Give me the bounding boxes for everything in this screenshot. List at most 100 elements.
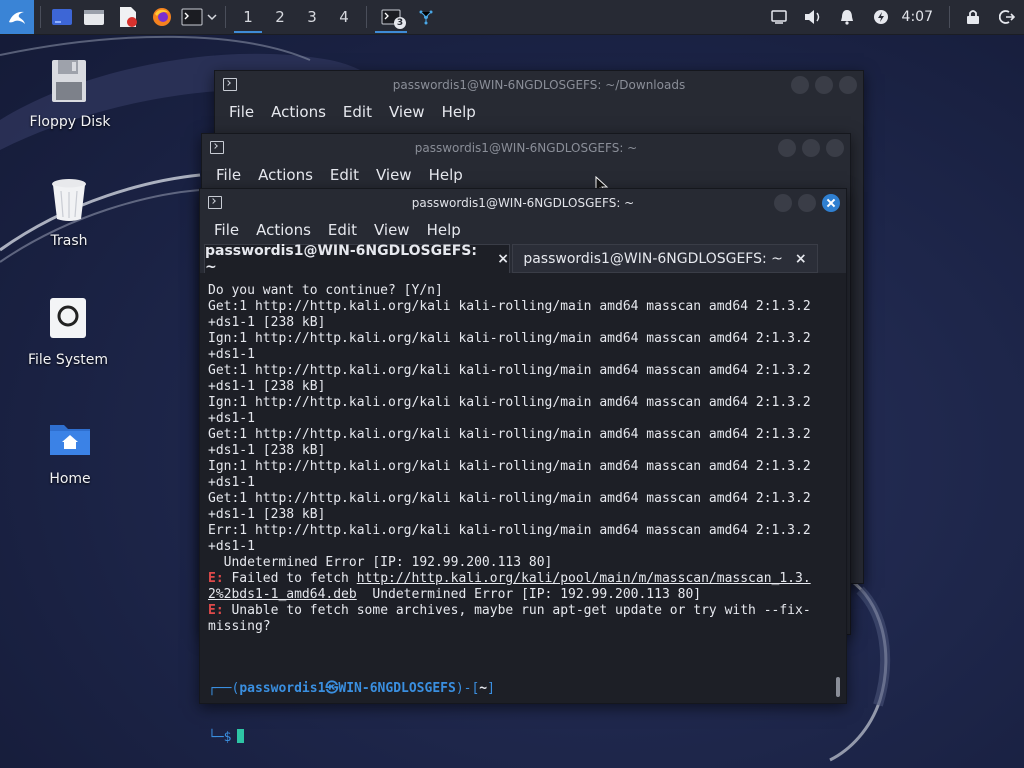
taskbar-separator <box>40 6 41 28</box>
maximize-button[interactable] <box>798 194 816 212</box>
logout-button[interactable] <box>990 0 1024 34</box>
text-editor-button[interactable] <box>111 0 145 34</box>
clock[interactable]: 4:07 <box>898 9 943 25</box>
terminal-output[interactable]: Do you want to continue? [Y/n] Get:1 http… <box>208 283 828 635</box>
tab-terminal-2[interactable]: passwordis1@WIN-6NGDLOSGEFS: ~ × <box>512 244 818 273</box>
text-editor-icon <box>120 7 137 27</box>
menu-actions[interactable]: Actions <box>263 103 335 121</box>
prompt-frame: )-[ <box>455 681 480 696</box>
workspace-2[interactable]: 2 <box>264 0 296 34</box>
notifications-button[interactable] <box>830 0 864 34</box>
terminal-line-text: Ign:1 http://http.kali.org/kali kali-rol… <box>208 459 811 474</box>
minimize-button[interactable] <box>778 139 796 157</box>
terminal-line-text: Ign:1 http://http.kali.org/kali kali-rol… <box>208 395 811 410</box>
close-button[interactable] <box>822 194 840 212</box>
terminal-line: E: Unable to fetch some archives, maybe … <box>208 603 828 619</box>
taskbar: 1 2 3 4 3 4:07 <box>0 0 1024 35</box>
terminal-task-button[interactable]: 3 <box>373 0 409 34</box>
menu-help[interactable]: Help <box>419 221 470 239</box>
bell-icon <box>840 10 853 25</box>
window-titlebar[interactable]: passwordis1@WIN-6NGDLOSGEFS: ~/Downloads <box>215 71 863 99</box>
tab-close-icon[interactable]: × <box>795 251 807 267</box>
window-title: passwordis1@WIN-6NGDLOSGEFS: ~ <box>414 141 638 155</box>
terminal-line-text: Undetermined Error [IP: 192.99.200.113 8… <box>208 555 553 570</box>
error-marker: E: <box>208 571 224 586</box>
menu-view[interactable]: View <box>381 103 434 121</box>
terminal-launcher-button[interactable] <box>179 0 205 34</box>
maximize-button[interactable] <box>802 139 820 157</box>
display-button[interactable] <box>762 0 796 34</box>
desktop: Floppy Disk Trash File System Home passw… <box>0 0 1024 768</box>
desktop-icon-trash[interactable]: Trash <box>14 177 124 249</box>
scrollbar-thumb[interactable] <box>836 677 840 697</box>
system-tray: 4:07 <box>762 0 1024 34</box>
terminal-line-text: Failed to fetch <box>223 571 357 586</box>
volume-icon <box>804 10 819 24</box>
close-button[interactable] <box>826 139 844 157</box>
applications-menu-button[interactable] <box>0 0 34 34</box>
workspace-3[interactable]: 3 <box>296 0 328 34</box>
menu-help[interactable]: Help <box>434 103 485 121</box>
shell-prompt[interactable]: ┌──(passwordis1㉿WIN-6NGDLOSGEFS)-[~] └─$ <box>208 649 495 768</box>
terminal-link[interactable]: http://http.kali.org/kali/pool/main/m/ma… <box>357 571 811 586</box>
menu-actions[interactable]: Actions <box>250 166 322 184</box>
desktop-icon-label: Trash <box>50 233 88 249</box>
workspace-4[interactable]: 4 <box>328 0 360 34</box>
minimize-button[interactable] <box>791 76 809 94</box>
volume-button[interactable] <box>796 0 830 34</box>
menu-help[interactable]: Help <box>421 166 472 184</box>
menu-edit[interactable]: Edit <box>335 103 381 121</box>
terminal-window-active[interactable]: passwordis1@WIN-6NGDLOSGEFS: ~ File Acti… <box>199 188 847 745</box>
terminal-line: 2%2bds1-1_amd64.deb Undetermined Error [… <box>208 587 828 603</box>
show-desktop-button[interactable] <box>47 0 77 34</box>
terminal-line-text: Unable to fetch some archives, maybe run… <box>223 603 811 618</box>
tab-terminal-1[interactable]: passwordis1@WIN-6NGDLOSGEFS: ~ × <box>204 243 510 275</box>
taskbar-separator <box>949 6 950 28</box>
menu-view[interactable]: View <box>368 166 421 184</box>
menu-edit[interactable]: Edit <box>322 166 368 184</box>
window-titlebar[interactable]: passwordis1@WIN-6NGDLOSGEFS: ~ <box>202 134 850 162</box>
menu-file[interactable]: File <box>206 221 248 239</box>
firefox-button[interactable] <box>145 0 179 34</box>
terminal-line-text: +ds1-1 [238 kB] <box>208 507 326 522</box>
file-manager-button[interactable] <box>77 0 111 34</box>
tab-label: passwordis1@WIN-6NGDLOSGEFS: ~ <box>523 250 783 267</box>
terminal-line: Ign:1 http://http.kali.org/kali kali-rol… <box>208 459 828 475</box>
menu-file[interactable]: File <box>221 103 263 121</box>
power-manager-button[interactable] <box>864 0 898 34</box>
terminal-link[interactable]: 2%2bds1-1_amd64.deb <box>208 587 357 602</box>
menu-view[interactable]: View <box>366 221 419 239</box>
terminal-launcher-dropdown[interactable] <box>205 0 219 34</box>
menu-bar: File Actions Edit View Help <box>215 99 863 125</box>
desktop-icon-home[interactable]: Home <box>15 415 125 487</box>
terminal-line: +ds1-1 [238 kB] <box>208 443 828 459</box>
display-icon <box>770 10 787 24</box>
prompt-frame: ] <box>487 681 495 696</box>
window-titlebar[interactable]: passwordis1@WIN-6NGDLOSGEFS: ~ <box>200 189 846 217</box>
prompt-path: ~ <box>479 681 488 696</box>
desktop-icon-floppy-disk[interactable]: Floppy Disk <box>15 58 125 130</box>
close-button[interactable] <box>839 76 857 94</box>
terminal-line: Ign:1 http://http.kali.org/kali kali-rol… <box>208 331 828 347</box>
terminal-line: missing? <box>208 619 828 635</box>
network-tray-button[interactable] <box>409 0 443 34</box>
menu-actions[interactable]: Actions <box>248 221 320 239</box>
home-folder-icon <box>48 415 92 465</box>
desktop-icon-label: Home <box>49 471 91 487</box>
terminal-line: Ign:1 http://http.kali.org/kali kali-rol… <box>208 395 828 411</box>
terminal-line-text: +ds1-1 [238 kB] <box>208 315 326 330</box>
network-icon <box>419 10 433 25</box>
desktop-icon-file-system[interactable]: File System <box>13 296 123 368</box>
workspace-1[interactable]: 1 <box>232 0 264 34</box>
terminal-line-text: Get:1 http://http.kali.org/kali kali-rol… <box>208 491 811 506</box>
terminal-line-text: Err:1 http://http.kali.org/kali kali-rol… <box>208 523 811 538</box>
prompt-frame: ┌──( <box>208 681 240 696</box>
maximize-button[interactable] <box>815 76 833 94</box>
minimize-button[interactable] <box>774 194 792 212</box>
tab-label: passwordis1@WIN-6NGDLOSGEFS: ~ <box>205 243 477 275</box>
menu-edit[interactable]: Edit <box>320 221 366 239</box>
tab-close-icon[interactable]: × <box>497 251 509 267</box>
terminal-line: +ds1-1 <box>208 411 828 427</box>
menu-file[interactable]: File <box>208 166 250 184</box>
lock-screen-button[interactable] <box>956 0 990 34</box>
